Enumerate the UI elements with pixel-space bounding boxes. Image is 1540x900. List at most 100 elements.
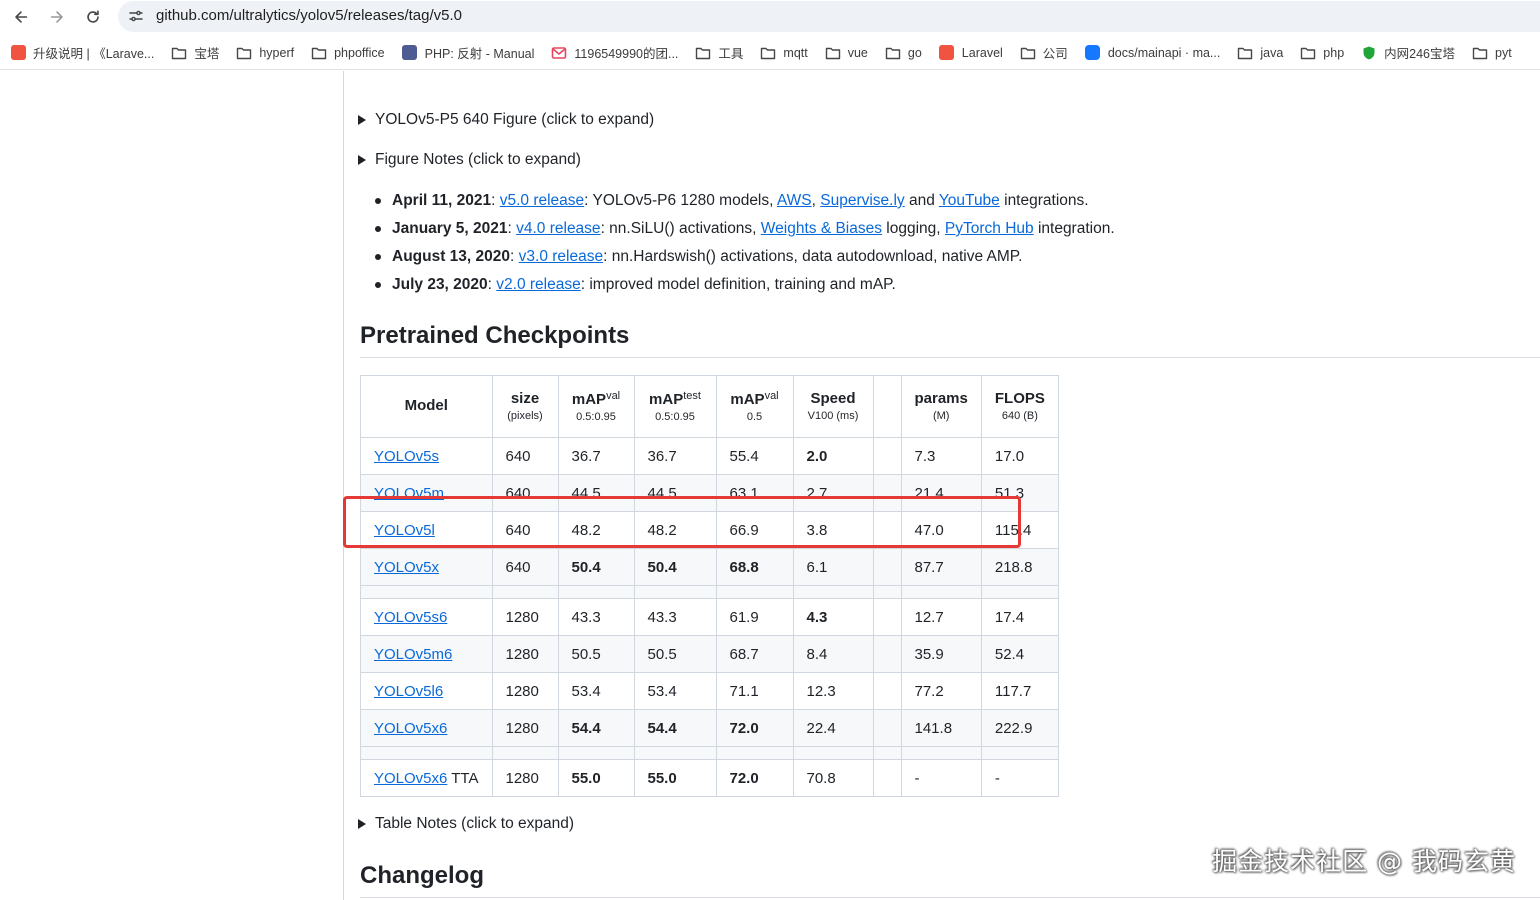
table-cell: [872, 635, 902, 673]
model-link[interactable]: YOLOv5m6: [374, 646, 452, 663]
aws-link[interactable]: AWS: [777, 192, 812, 209]
model-link[interactable]: YOLOv5l6: [374, 683, 443, 700]
bookmark-item[interactable]: phpoffice: [311, 45, 385, 61]
bookmark-label: php: [1323, 45, 1345, 60]
model-link[interactable]: YOLOv5s: [374, 448, 439, 465]
model-link[interactable]: YOLOv5x6: [374, 720, 447, 737]
wandb-link[interactable]: Weights & Biases: [761, 220, 882, 237]
back-button[interactable]: [8, 4, 34, 30]
release-news-list: April 11, 2021: v5.0 release: YOLOv5-P6 …: [374, 187, 1115, 299]
release-link[interactable]: v4.0 release: [516, 220, 600, 237]
table-cell: 54.4: [557, 709, 635, 747]
column-header-sub: 0.5:0.95: [655, 411, 695, 424]
figure-notes-toggle[interactable]: Figure Notes (click to expand): [358, 151, 581, 169]
checkpoints-table: Model size (pixels) mAPval 0.5:0.95 mAPtest 0.…: [360, 375, 1059, 797]
bookmark-label: go: [907, 45, 922, 60]
model-link[interactable]: YOLOv5x6: [374, 770, 447, 787]
release-link[interactable]: v5.0 release: [500, 192, 584, 209]
bookmark-item[interactable]: 工具: [695, 43, 743, 62]
bookmark-item[interactable]: mqtt: [760, 45, 808, 61]
table-cell: 53.4: [557, 672, 635, 710]
spacer-cell: [792, 585, 874, 599]
folder-icon: [1300, 45, 1316, 61]
column-header-sub: 0.5:0.95: [576, 411, 616, 424]
column-header: params (M): [900, 375, 982, 438]
docs-icon: [1085, 45, 1101, 61]
bookmark-item[interactable]: java: [1237, 45, 1283, 61]
table-cell: [872, 672, 902, 710]
bookmark-item[interactable]: 内网246宝塔: [1361, 43, 1455, 62]
bookmark-item[interactable]: vue: [825, 45, 868, 61]
table-cell: 1280: [491, 635, 559, 673]
table-cell: 6.1: [792, 548, 874, 586]
folder-icon: [1020, 45, 1036, 61]
pytorch-hub-link[interactable]: PyTorch Hub: [945, 220, 1034, 237]
bookmark-item[interactable]: 公司: [1020, 43, 1068, 62]
table-cell: 50.4: [633, 548, 717, 586]
table-notes-toggle[interactable]: Table Notes (click to expand): [358, 815, 574, 833]
bookmark-item[interactable]: php: [1300, 45, 1344, 61]
table-cell: 36.7: [557, 437, 635, 475]
column-header: mAPval 0.5:0.95: [557, 375, 635, 438]
column-header: FLOPS 640 (B): [980, 375, 1059, 438]
spacer-cell: [872, 746, 902, 760]
model-link[interactable]: YOLOv5x: [374, 559, 439, 576]
table-cell: 17.0: [980, 437, 1059, 475]
table-cell: 12.3: [792, 672, 874, 710]
news-colon: :: [510, 248, 519, 265]
column-header: Model: [360, 375, 493, 438]
release-link[interactable]: v2.0 release: [496, 276, 580, 293]
table-cell: 50.5: [633, 635, 717, 673]
address-bar[interactable]: github.com/ultralytics/yolov5/releases/t…: [118, 1, 1540, 32]
reload-button[interactable]: [80, 4, 106, 30]
model-cell: YOLOv5x: [360, 548, 493, 586]
spacer-cell: [792, 746, 874, 760]
supervisely-link[interactable]: Supervise.ly: [820, 192, 904, 209]
model-link[interactable]: YOLOv5s6: [374, 609, 447, 626]
news-text: integrations.: [999, 192, 1089, 209]
bookmark-item[interactable]: go: [885, 45, 922, 61]
bookmark-item[interactable]: 1196549990的团...: [551, 43, 678, 62]
folder-icon: [760, 45, 776, 61]
table-cell: 43.3: [557, 598, 635, 636]
bookmark-item[interactable]: 升级说明 | 《Larave...: [10, 43, 154, 62]
list-item: July 23, 2020: v2.0 release: improved mo…: [374, 271, 1115, 299]
news-text: logging,: [881, 220, 945, 237]
bookmark-item[interactable]: pyt: [1472, 45, 1512, 61]
table-cell: 68.7: [715, 635, 794, 673]
bookmark-item[interactable]: docs/mainapi · ma...: [1085, 45, 1220, 61]
column-header-label: FLOPS: [994, 389, 1045, 407]
figure-details-toggle[interactable]: YOLOv5-P5 640 Figure (click to expand): [358, 111, 654, 129]
bookmark-item[interactable]: PHP: 反射 - Manual: [402, 43, 535, 62]
table-spacer-row: [360, 746, 1059, 760]
table-cell: 72.0: [715, 709, 794, 747]
model-suffix: TTA: [447, 769, 479, 787]
model-cell: YOLOv5m6: [360, 635, 493, 673]
spacer-cell: [900, 746, 982, 760]
table-cell: 117.7: [980, 672, 1059, 710]
triangle-right-icon: [358, 819, 366, 829]
release-link[interactable]: v3.0 release: [519, 248, 603, 265]
site-settings-icon[interactable]: [128, 8, 144, 24]
bookmark-item[interactable]: hyperf: [236, 45, 294, 61]
bookmark-label: vue: [847, 45, 868, 60]
bookmark-item[interactable]: 宝塔: [171, 43, 219, 62]
column-header: mAPval 0.5: [715, 375, 794, 438]
news-date: August 13, 2020: [392, 248, 511, 265]
mail-icon: [551, 45, 567, 61]
table-cell: -: [900, 759, 982, 797]
table-cell: 50.5: [557, 635, 635, 673]
table-cell: 1280: [491, 672, 559, 710]
table-cell: 640: [491, 437, 559, 475]
bookmark-label: hyperf: [259, 45, 295, 60]
forward-button[interactable]: [44, 4, 70, 30]
table-cell: 218.8: [980, 548, 1059, 586]
model-cell: YOLOv5l6: [360, 672, 493, 710]
bookmark-label: 公司: [1042, 47, 1068, 61]
folder-icon: [825, 45, 841, 61]
bookmark-item[interactable]: Laravel: [939, 45, 1003, 61]
bookmark-label: PHP: 反射 - Manual: [424, 47, 535, 61]
youtube-link[interactable]: YouTube: [939, 192, 1000, 209]
triangle-right-icon: [358, 115, 366, 125]
list-item: April 11, 2021: v5.0 release: YOLOv5-P6 …: [374, 187, 1115, 215]
